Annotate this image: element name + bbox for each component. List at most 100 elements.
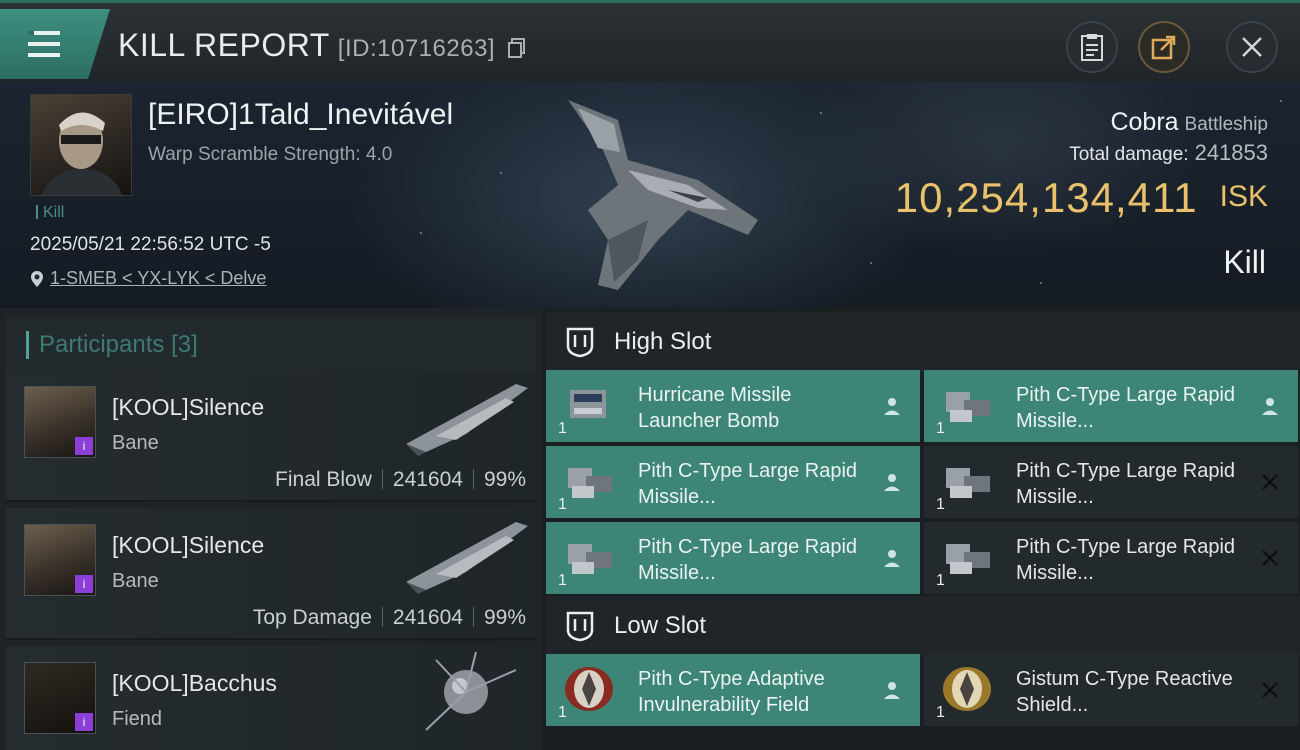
kill-tag: Kill bbox=[36, 204, 64, 222]
page-title-text: KILL REPORT bbox=[118, 27, 330, 63]
participant-ship-image bbox=[406, 522, 528, 594]
fitting-module[interactable]: 1 Hurricane Missile Launcher Bomb bbox=[546, 370, 920, 442]
participant-card[interactable]: i [KOOL]Bacchus Fiend bbox=[6, 646, 536, 750]
shield-module-icon bbox=[943, 667, 991, 711]
avatar[interactable]: i bbox=[24, 524, 96, 596]
clipboard-button[interactable] bbox=[1066, 21, 1118, 73]
victim-ship-image bbox=[568, 100, 758, 290]
participants-header: Participants [3] bbox=[6, 316, 536, 374]
fitting-module[interactable]: 1 Pith C-Type Large Rapid Missile... bbox=[546, 522, 920, 594]
module-name: Hurricane Missile Launcher Bomb bbox=[638, 384, 792, 432]
page-title: KILL REPORT [ID:10716263] bbox=[118, 27, 526, 64]
participant-role: Final Blow bbox=[275, 468, 372, 491]
participants-panel: Participants [3] i [KOOL]Silence Bane Fi… bbox=[0, 308, 542, 750]
top-bar: KILL REPORT [ID:10716263] bbox=[0, 0, 1300, 82]
clipboard-icon bbox=[1081, 34, 1103, 61]
high-slot-icon bbox=[566, 327, 594, 358]
victim-banner: [EIRO]1Tald_Inevitável Warp Scramble Str… bbox=[0, 82, 1300, 308]
module-quantity: 1 bbox=[936, 572, 945, 589]
destroyed-x-icon bbox=[1262, 474, 1278, 490]
participant-damage: 241604 bbox=[392, 606, 463, 629]
victim-ship-class: Battleship bbox=[1184, 114, 1268, 135]
fitting-module[interactable]: 1 Pith C-Type Large Rapid Missile... bbox=[924, 370, 1298, 442]
kill-datetime: 2025/05/21 22:56:52 UTC -5 bbox=[30, 234, 271, 255]
menu-icon bbox=[28, 31, 60, 57]
participant-card[interactable]: i [KOOL]Silence Bane Top Damage 241604 99% bbox=[6, 508, 536, 640]
fitting-module[interactable]: 1 Pith C-Type Large Rapid Missile... bbox=[924, 522, 1298, 594]
module-name: Pith C-Type Large Rapid Missile... bbox=[1016, 384, 1236, 432]
participant-stats: Final Blow 241604 99% bbox=[275, 468, 526, 492]
close-button[interactable] bbox=[1226, 21, 1278, 73]
module-quantity: 1 bbox=[558, 420, 567, 437]
menu-button[interactable] bbox=[0, 9, 110, 79]
corp-badge-icon: i bbox=[75, 437, 93, 455]
module-name: Pith C-Type Large Rapid Missile... bbox=[638, 536, 858, 584]
dropped-person-icon bbox=[884, 474, 900, 491]
pilot-portrait-icon bbox=[41, 112, 123, 195]
module-name: Pith C-Type Adaptive Invulnerability Fie… bbox=[638, 668, 825, 716]
share-button[interactable] bbox=[1138, 21, 1190, 73]
participant-ship-image bbox=[406, 384, 528, 456]
fitting-module[interactable]: 1 Pith C-Type Large Rapid Missile... bbox=[546, 446, 920, 518]
rapid-missile-launcher-icon bbox=[946, 468, 990, 498]
participants-count: [3] bbox=[171, 331, 198, 358]
location-pin-icon bbox=[31, 270, 43, 287]
victim-ship-name[interactable]: Cobra bbox=[1110, 108, 1178, 136]
destroyed-x-icon bbox=[1262, 550, 1278, 566]
report-id: [ID:10716263] bbox=[337, 35, 496, 62]
participant-percent: 99% bbox=[483, 468, 526, 491]
participant-stats: Top Damage 241604 99% bbox=[253, 606, 526, 630]
rapid-missile-launcher-icon bbox=[946, 544, 990, 574]
participant-damage: 241604 bbox=[392, 468, 463, 491]
fitting-module[interactable]: 1 Pith C-Type Adaptive Invulnerability F… bbox=[546, 654, 920, 726]
destroyed-x-icon bbox=[1262, 682, 1278, 698]
low-slot-icon bbox=[566, 611, 594, 642]
dropped-person-icon bbox=[884, 398, 900, 415]
fitting-module[interactable]: 1 Pith C-Type Large Rapid Missile... bbox=[924, 446, 1298, 518]
high-slot-header: High Slot bbox=[546, 312, 1300, 372]
kill-result: Kill bbox=[1223, 244, 1266, 280]
rapid-missile-launcher-icon bbox=[568, 468, 612, 498]
module-quantity: 1 bbox=[936, 496, 945, 513]
total-damage-label: Total damage: bbox=[1069, 144, 1189, 165]
module-name: Pith C-Type Large Rapid Missile... bbox=[1016, 536, 1236, 584]
module-quantity: 1 bbox=[558, 704, 567, 721]
victim-name[interactable]: [EIRO]1Tald_Inevitável bbox=[148, 98, 453, 132]
missile-launcher-bomb-icon bbox=[570, 390, 606, 418]
rapid-missile-launcher-icon bbox=[568, 544, 612, 574]
rapid-missile-launcher-icon bbox=[946, 392, 990, 422]
total-damage: Total damage: 241853 bbox=[1069, 140, 1268, 166]
module-quantity: 1 bbox=[558, 496, 567, 513]
total-damage-value: 241853 bbox=[1194, 140, 1268, 165]
participants-label: Participants bbox=[39, 331, 165, 358]
participant-ship: Bane bbox=[112, 432, 159, 454]
share-icon bbox=[1151, 35, 1176, 60]
participant-name: [KOOL]Bacchus bbox=[112, 670, 277, 696]
module-name: Gistum C-Type Reactive Shield... bbox=[1016, 668, 1233, 716]
low-slot-header: Low Slot bbox=[546, 596, 1300, 656]
participant-role: Top Damage bbox=[252, 606, 372, 629]
fittings-panel: High Slot 1 Hurricane Missile Launcher B… bbox=[542, 308, 1300, 750]
participant-name: [KOOL]Silence bbox=[112, 532, 265, 558]
avatar[interactable]: i bbox=[24, 662, 96, 734]
kill-location[interactable]: 1-SMEB < YX-LYK < Delve bbox=[30, 268, 266, 289]
close-icon bbox=[1242, 37, 1262, 57]
avatar[interactable]: i bbox=[24, 386, 96, 458]
victim-portrait[interactable] bbox=[30, 94, 132, 196]
isk-unit: ISK bbox=[1219, 180, 1268, 213]
low-slot-label: Low Slot bbox=[614, 612, 707, 639]
participant-percent: 99% bbox=[483, 606, 526, 629]
module-name: Pith C-Type Large Rapid Missile... bbox=[1016, 460, 1236, 508]
copy-icon[interactable] bbox=[508, 37, 526, 58]
fitting-module[interactable]: 1 Gistum C-Type Reactive Shield... bbox=[924, 654, 1298, 726]
corp-badge-icon: i bbox=[75, 713, 93, 731]
high-slot-label: High Slot bbox=[614, 328, 712, 355]
location-link[interactable]: 1-SMEB < YX-LYK < Delve bbox=[50, 268, 266, 289]
participant-ship-image bbox=[425, 651, 517, 731]
isk-value: 10,254,134,411 ISK bbox=[895, 174, 1268, 222]
participant-card[interactable]: i [KOOL]Silence Bane Final Blow 241604 99% bbox=[6, 370, 536, 502]
participant-name: [KOOL]Silence bbox=[112, 394, 265, 420]
corp-badge-icon: i bbox=[75, 575, 93, 593]
victim-ship: Cobra Battleship bbox=[1110, 108, 1268, 137]
participant-ship: Bane bbox=[112, 570, 159, 592]
